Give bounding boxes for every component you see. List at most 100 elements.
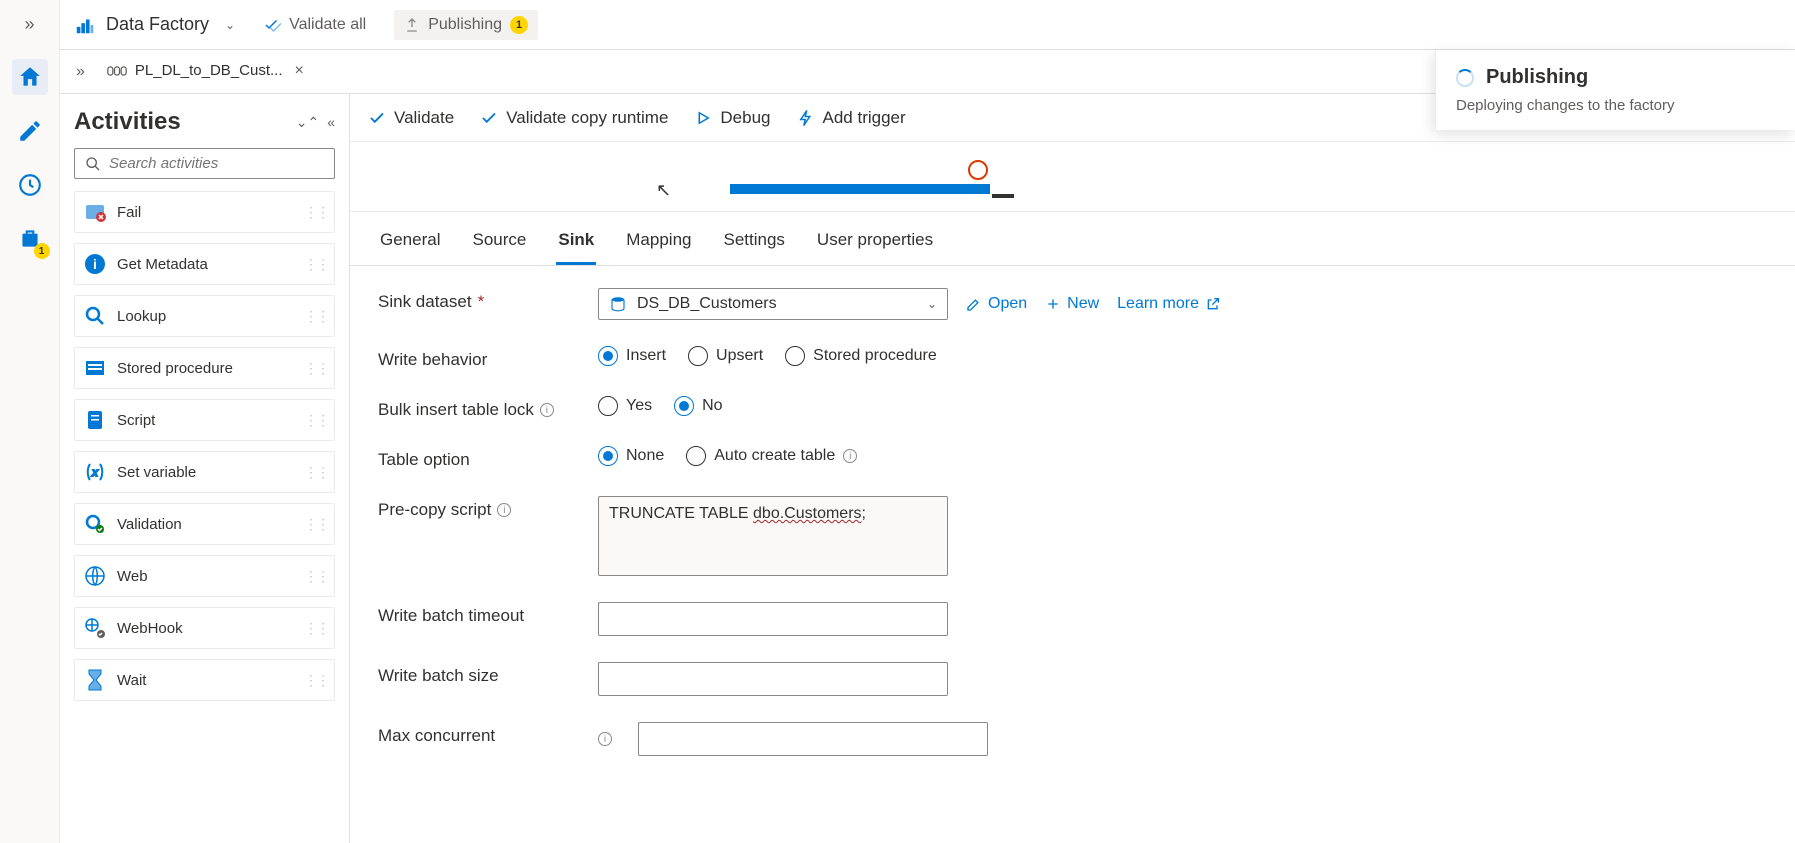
radio-insert[interactable]: Insert [598, 346, 666, 366]
tab-sink[interactable]: Sink [556, 222, 596, 265]
brand-label: Data Factory [106, 14, 209, 35]
activity-stored-procedure[interactable]: Stored procedure⋮⋮ [74, 347, 335, 389]
activity-validation[interactable]: Validation⋮⋮ [74, 503, 335, 545]
toast-title: Publishing [1486, 66, 1588, 89]
tab-general[interactable]: General [378, 222, 442, 265]
open-dataset-button[interactable]: Open [966, 295, 1027, 313]
check-icon [480, 109, 498, 127]
validate-copy-button[interactable]: Validate copy runtime [480, 108, 668, 128]
activity-set-variable[interactable]: x Set variable⋮⋮ [74, 451, 335, 493]
info-icon[interactable]: i [843, 449, 857, 463]
precopy-script-input[interactable]: TRUNCATE TABLE dbo.Customers; [598, 496, 948, 576]
activity-wait[interactable]: Wait⋮⋮ [74, 659, 335, 701]
check-icon [368, 109, 386, 127]
top-toolbar: Data Factory ⌄ Validate all Publishing 1 [60, 0, 1795, 50]
svg-text:x: x [91, 467, 98, 479]
external-link-icon [1205, 296, 1221, 312]
svg-text:i: i [93, 256, 97, 272]
web-icon [83, 564, 107, 588]
plus-icon [1045, 296, 1061, 312]
activity-webhook[interactable]: WebHook⋮⋮ [74, 607, 335, 649]
pencil-icon[interactable] [12, 113, 48, 149]
upload-icon [404, 17, 420, 33]
learn-more-link[interactable]: Learn more [1117, 295, 1221, 313]
sp-icon [83, 356, 107, 380]
sink-dataset-dropdown[interactable]: DS_DB_Customers ⌄ [598, 288, 948, 320]
activity-fail[interactable]: Fail⋮⋮ [74, 191, 335, 233]
debug-button[interactable]: Debug [694, 108, 770, 128]
wait-icon [83, 668, 107, 692]
max-concurrent-label: Max concurrent [378, 722, 578, 746]
manage-badge: 1 [34, 243, 50, 259]
info-icon[interactable]: i [598, 732, 612, 746]
radio-lock-no[interactable]: No [674, 396, 722, 416]
write-batch-size-input[interactable] [598, 662, 948, 696]
pipeline-tab[interactable]: PL_DL_to_DB_Cust... × [97, 56, 314, 88]
write-batch-timeout-input[interactable] [598, 602, 948, 636]
activity-lookup[interactable]: Lookup⋮⋮ [74, 295, 335, 337]
pencil-icon [966, 296, 982, 312]
new-dataset-button[interactable]: New [1045, 295, 1099, 313]
sink-dataset-label: Sink dataset * [378, 288, 578, 312]
tab-user-properties[interactable]: User properties [815, 222, 935, 265]
activities-search[interactable] [74, 148, 335, 179]
radio-lock-yes[interactable]: Yes [598, 396, 652, 416]
collapse-panel-icon[interactable]: « [327, 114, 335, 131]
toast-body: Deploying changes to the factory [1456, 97, 1775, 114]
check-icon [263, 16, 281, 34]
info-icon[interactable]: i [540, 403, 554, 417]
pipeline-canvas[interactable]: ↖ [350, 142, 1795, 212]
canvas-activity-bar[interactable] [730, 184, 990, 194]
sink-form: Sink dataset * DS_DB_Customers ⌄ Open [350, 266, 1795, 778]
info-icon[interactable]: i [497, 503, 511, 517]
chevron-down-icon: ⌄ [927, 297, 937, 311]
activity-script[interactable]: Script⋮⋮ [74, 399, 335, 441]
home-icon[interactable] [12, 59, 48, 95]
editor-area: Validate Validate copy runtime Debug Add… [350, 94, 1795, 843]
close-tab-icon[interactable]: × [295, 62, 304, 80]
write-batch-timeout-label: Write batch timeout [378, 602, 578, 626]
factory-icon [74, 14, 96, 36]
fail-icon [83, 200, 107, 224]
validation-icon [83, 512, 107, 536]
radio-table-auto[interactable]: Auto create table i [686, 446, 857, 466]
collapse-all-icon[interactable]: ⌄⌃ [296, 114, 319, 131]
tab-settings[interactable]: Settings [721, 222, 786, 265]
left-nav-rail: » 1 [0, 0, 60, 843]
publishing-button[interactable]: Publishing 1 [394, 10, 538, 40]
monitor-icon[interactable] [12, 167, 48, 203]
radio-table-none[interactable]: None [598, 446, 664, 466]
brand-switcher[interactable]: Data Factory ⌄ [74, 14, 235, 36]
activities-title: Activities [74, 108, 181, 136]
bulk-lock-label: Bulk insert table lock i [378, 396, 578, 420]
activity-get-metadata[interactable]: i Get Metadata⋮⋮ [74, 243, 335, 285]
search-icon [85, 156, 101, 172]
table-option-label: Table option [378, 446, 578, 470]
max-concurrent-input[interactable] [638, 722, 988, 756]
activity-web[interactable]: Web⋮⋮ [74, 555, 335, 597]
tab-mapping[interactable]: Mapping [624, 222, 693, 265]
cursor-icon: ↖ [656, 180, 671, 201]
rail-expand-icon[interactable]: » [18, 8, 40, 41]
manage-icon[interactable]: 1 [12, 221, 48, 257]
database-icon [609, 295, 627, 313]
publishing-toast: Publishing Deploying changes to the fact… [1435, 50, 1795, 130]
chevron-down-icon: ⌄ [225, 18, 235, 32]
radio-stored-procedure[interactable]: Stored procedure [785, 346, 937, 366]
validate-button[interactable]: Validate [368, 108, 454, 128]
lookup-icon [83, 304, 107, 328]
webhook-icon [83, 616, 107, 640]
add-trigger-button[interactable]: Add trigger [797, 108, 906, 128]
search-input[interactable] [109, 155, 324, 172]
write-behavior-label: Write behavior [378, 346, 578, 370]
canvas-handle[interactable] [968, 160, 988, 180]
tabs-expand-icon[interactable]: » [70, 59, 91, 85]
variable-icon: x [83, 460, 107, 484]
script-icon [83, 408, 107, 432]
publishing-count-badge: 1 [510, 16, 528, 34]
validate-all-button[interactable]: Validate all [255, 10, 374, 40]
tab-source[interactable]: Source [470, 222, 528, 265]
radio-upsert[interactable]: Upsert [688, 346, 763, 366]
canvas-connector [992, 194, 1014, 198]
pipeline-icon [107, 62, 127, 80]
